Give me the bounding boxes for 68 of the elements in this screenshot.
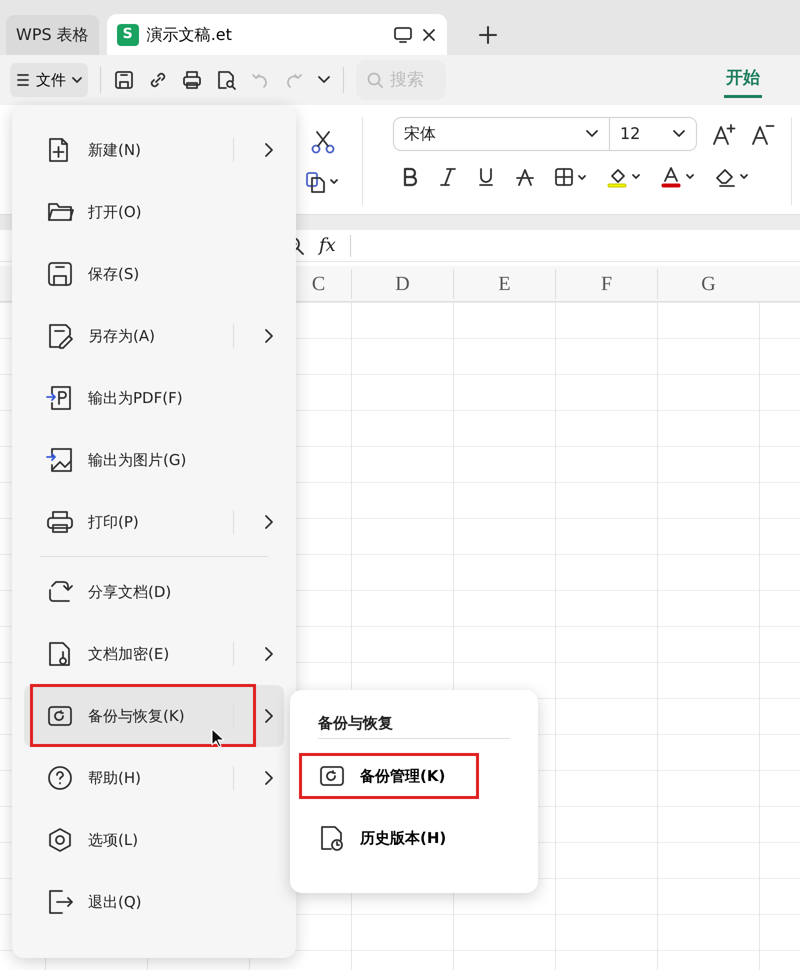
file-menu-button[interactable]: 文件 — [10, 63, 88, 97]
menu-item[interactable]: 输出为图片(G) — [24, 429, 284, 491]
menu-item[interactable]: 另存为(A) — [24, 305, 284, 367]
menu-item[interactable]: 文档加密(E) — [24, 623, 284, 685]
menu-item[interactable]: 分享文档(D) — [24, 561, 284, 623]
submenu-item[interactable]: 备份管理(K) — [304, 745, 524, 807]
printer-icon — [46, 508, 74, 536]
menu-item[interactable]: 帮助(H) — [24, 747, 284, 809]
menu-item[interactable]: 保存(S) — [24, 243, 284, 305]
menu-item[interactable]: 备份与恢复(K) — [24, 685, 284, 747]
bold-icon[interactable] — [401, 167, 419, 187]
caret-icon[interactable] — [317, 75, 331, 85]
column-header[interactable]: E — [453, 268, 555, 298]
chevron-right-icon — [264, 708, 274, 724]
column-header[interactable]: D — [351, 268, 453, 298]
plus-icon[interactable] — [476, 24, 499, 46]
settings-icon — [46, 826, 74, 854]
scissors-icon[interactable] — [310, 129, 336, 155]
menu-item[interactable]: 退出(Q) — [24, 871, 284, 933]
mouse-cursor-icon — [211, 728, 225, 748]
help-icon — [46, 764, 74, 792]
spreadsheet-icon: S — [116, 24, 139, 46]
underline-icon[interactable] — [477, 167, 495, 187]
save-icon — [46, 260, 74, 288]
export-image-icon — [46, 446, 74, 474]
app-tab[interactable]: WPS 表格 — [6, 15, 99, 55]
save-as-icon — [46, 322, 74, 350]
caret-icon — [672, 129, 686, 139]
submenu-item[interactable]: 历史版本(H) — [304, 807, 524, 869]
font-size-dropdown[interactable]: 12 — [610, 118, 696, 150]
shrink-font-icon[interactable] — [751, 122, 775, 146]
fill-color-icon[interactable] — [607, 166, 641, 188]
copy-icon[interactable] — [305, 170, 341, 194]
print-icon[interactable] — [181, 69, 203, 91]
menu-item[interactable]: 打开(O) — [24, 181, 284, 243]
caret-icon — [585, 129, 599, 139]
font-name-dropdown[interactable]: 宋体 — [394, 118, 610, 150]
document-tab[interactable]: S 演示文稿.et — [106, 14, 447, 55]
column-header[interactable]: G — [657, 268, 759, 298]
menu-item[interactable]: 输出为PDF(F) — [24, 367, 284, 429]
submenu-title: 备份与恢复 — [316, 713, 394, 734]
history-icon — [318, 824, 346, 852]
save-icon[interactable] — [113, 69, 135, 91]
tab-title: 演示文稿.et — [146, 24, 233, 46]
column-header[interactable]: F — [555, 268, 657, 298]
exit-icon — [46, 888, 74, 916]
chevron-right-icon — [264, 514, 274, 530]
menu-item[interactable]: 打印(P) — [24, 491, 284, 553]
chevron-right-icon — [264, 328, 274, 344]
eraser-icon[interactable] — [715, 166, 749, 188]
italic-icon[interactable] — [439, 167, 457, 187]
menu-item[interactable]: 新建(N) — [24, 119, 284, 181]
menu-item[interactable]: 选项(L) — [24, 809, 284, 871]
chevron-right-icon — [264, 646, 274, 662]
menu-icon — [16, 72, 30, 88]
chevron-right-icon — [264, 142, 274, 158]
monitor-icon[interactable] — [392, 26, 413, 44]
print-preview-icon[interactable] — [215, 69, 237, 91]
close-icon[interactable] — [420, 26, 437, 42]
caret-icon — [72, 76, 82, 84]
function-button[interactable]: fx — [319, 232, 336, 259]
font-color-icon[interactable] — [661, 166, 695, 188]
grow-font-icon[interactable] — [712, 122, 736, 146]
borders-icon[interactable] — [555, 167, 587, 187]
strikethrough-icon[interactable] — [515, 167, 535, 187]
chevron-right-icon — [264, 770, 274, 786]
export-pdf-icon — [46, 384, 74, 412]
ribbon-tab[interactable]: 开始 — [724, 62, 762, 98]
